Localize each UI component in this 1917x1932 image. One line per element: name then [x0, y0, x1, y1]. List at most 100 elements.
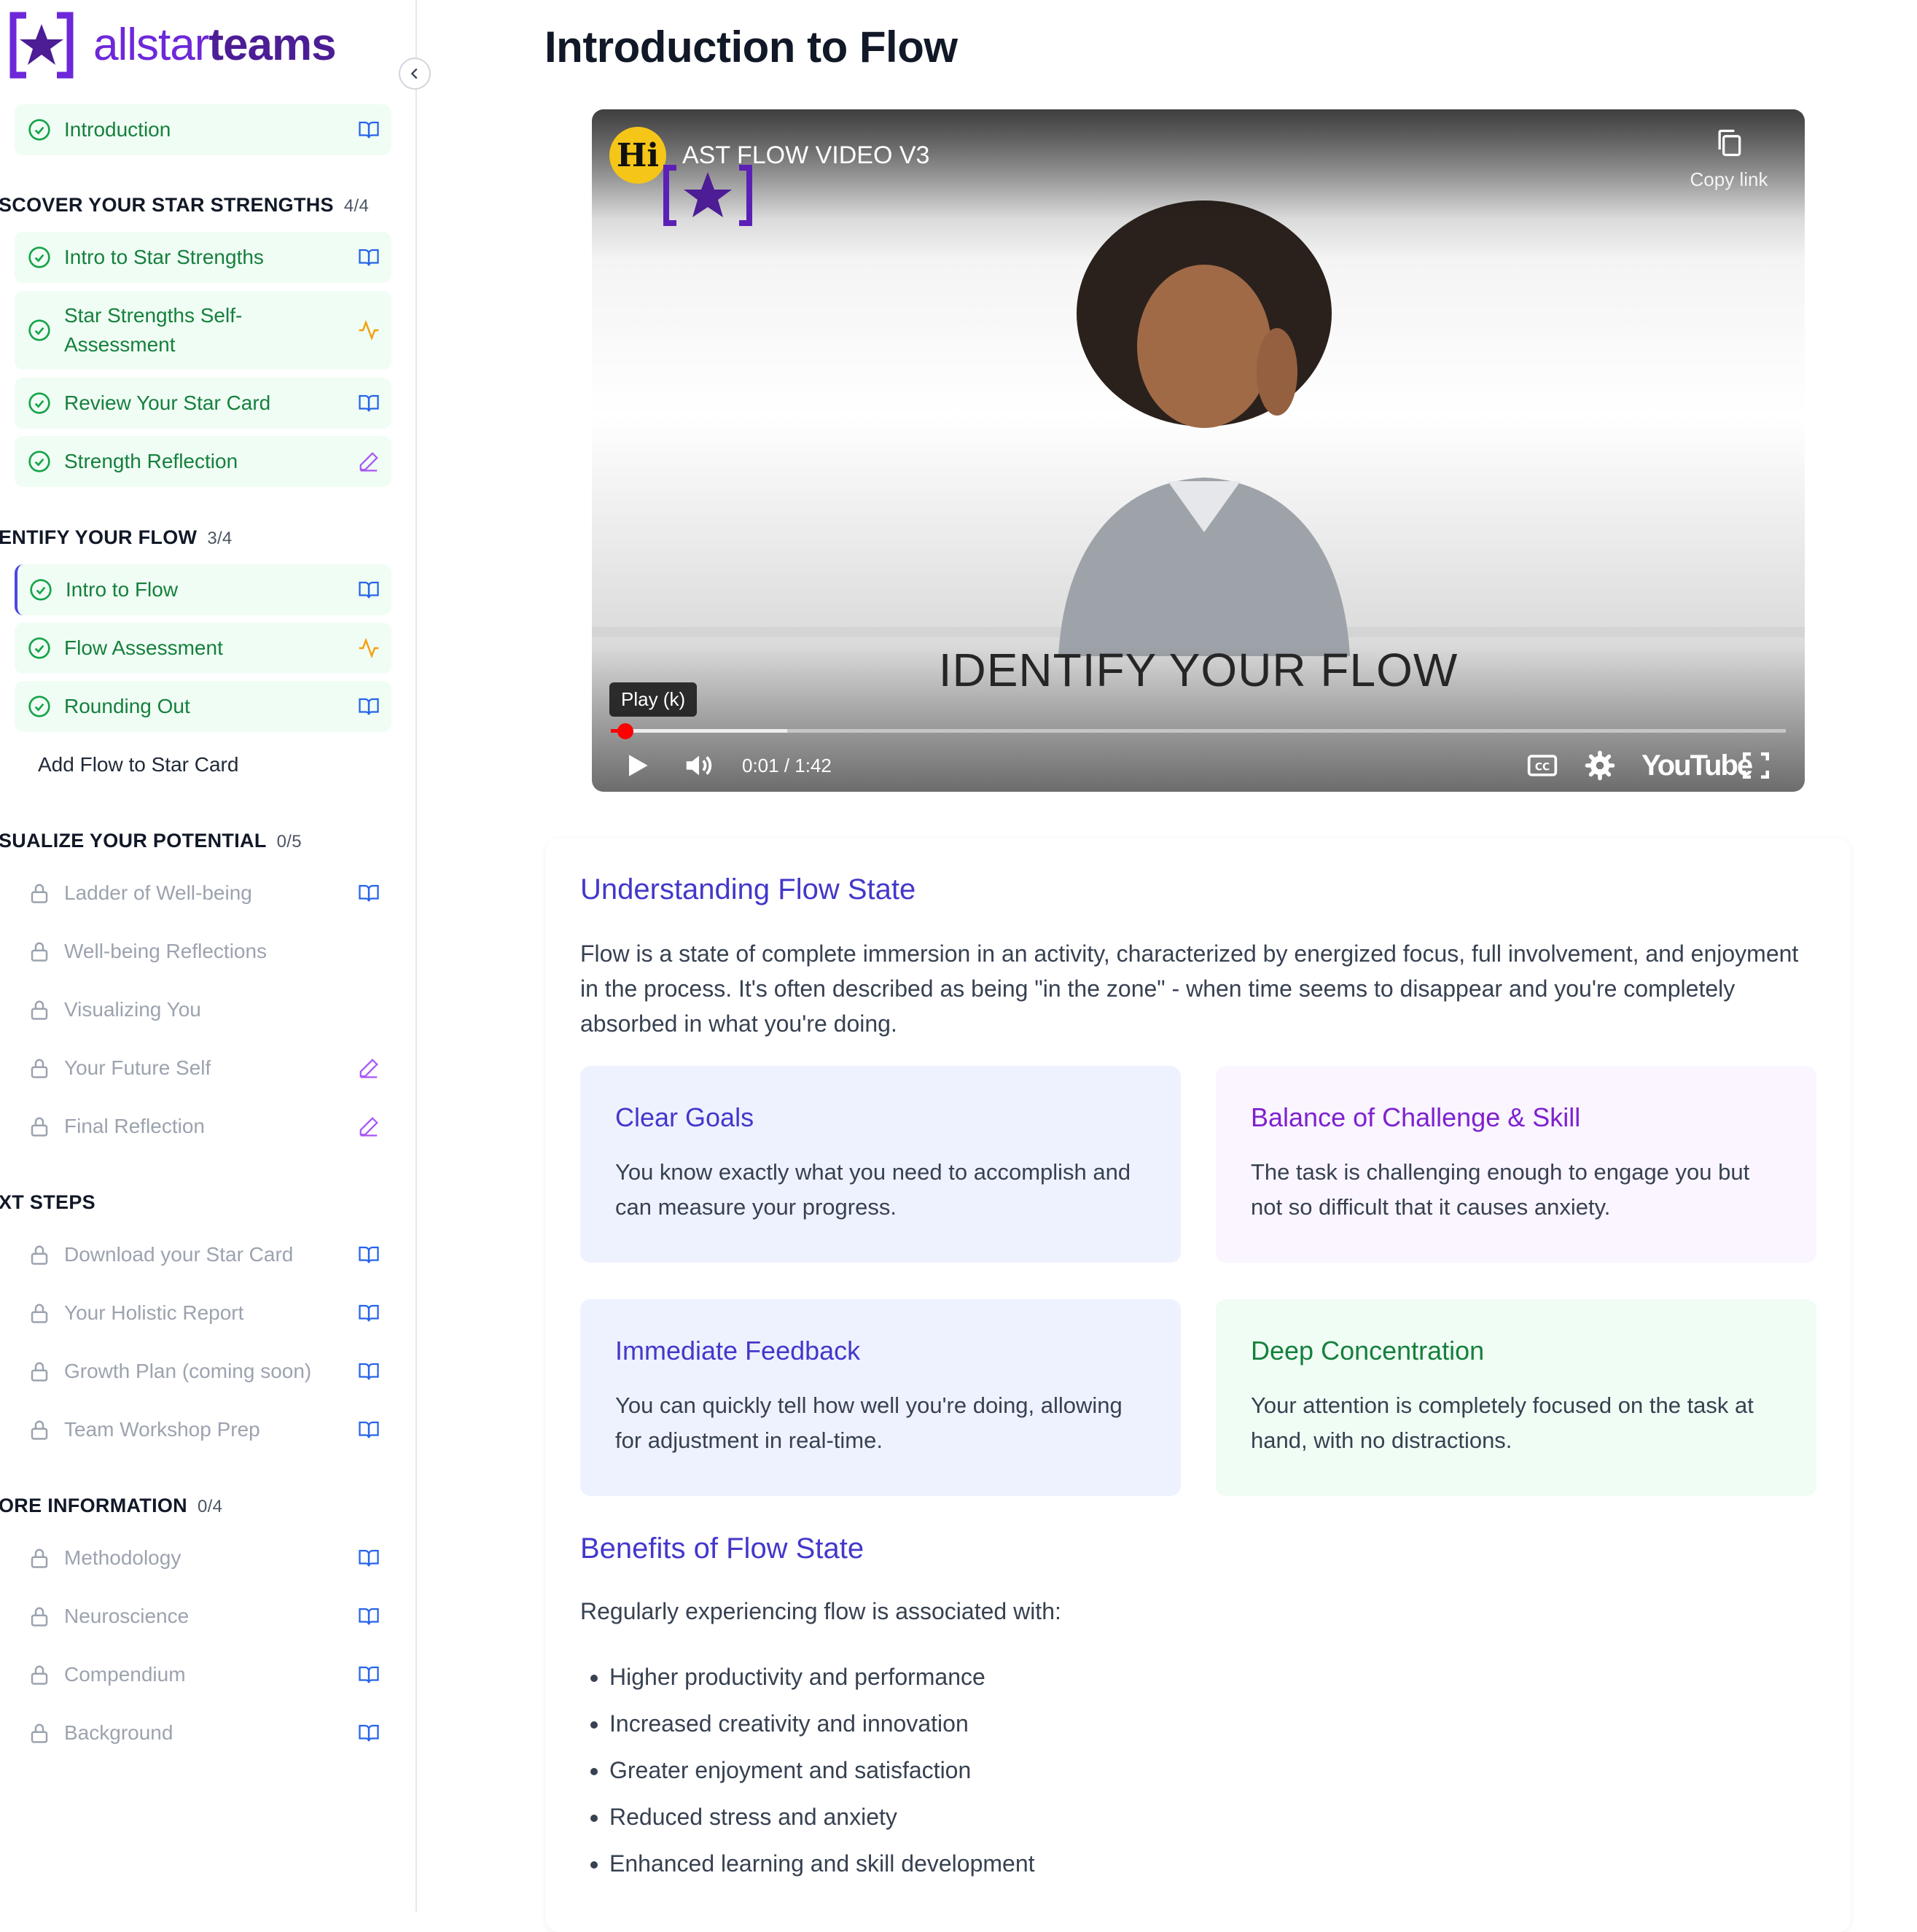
lock-icon — [26, 1662, 52, 1688]
book-icon — [356, 391, 381, 416]
sidebar-item-label: Star Strengths Self-Assessment — [64, 304, 243, 356]
sidebar-item-label: Team Workshop Prep — [64, 1418, 260, 1441]
section-header-next-steps[interactable]: XT STEPS — [0, 1191, 95, 1214]
sidebar-item-your-future-self[interactable]: Your Future Self — [15, 1043, 391, 1094]
sidebar: allstarteams Introduction SCOVER YOUR ST… — [0, 0, 417, 1912]
feature-description: Your attention is completely focused on … — [1251, 1392, 1754, 1453]
sidebar-item-strength-reflection[interactable]: Strength Reflection — [15, 436, 391, 487]
check-circle-icon — [26, 635, 52, 661]
sidebar-item-final-reflection[interactable]: Final Reflection — [15, 1101, 391, 1152]
section-header-more-information[interactable]: ORE INFORMATION 0/4 — [0, 1495, 222, 1517]
section-header-star-strengths[interactable]: SCOVER YOUR STAR STRENGTHS 4/4 — [0, 194, 369, 217]
book-icon — [356, 577, 381, 602]
activity-icon — [356, 636, 381, 661]
channel-avatar[interactable]: Hi — [609, 127, 666, 184]
sidebar-item-background[interactable]: Background — [15, 1707, 391, 1758]
feature-title: Clear Goals — [615, 1102, 754, 1132]
video-progress-bar[interactable] — [611, 729, 1786, 733]
understanding-heading: Understanding Flow State — [580, 873, 916, 905]
youtube-label: YouTube — [1641, 749, 1753, 782]
sidebar-item-well-being-reflections[interactable]: Well-being Reflections — [15, 926, 391, 977]
sidebar-item-label: Review Your Star Card — [64, 392, 271, 414]
book-icon — [356, 1417, 381, 1442]
section-header-flow[interactable]: ENTIFY YOUR FLOW 3/4 — [0, 526, 233, 549]
video-player[interactable]: Hi AST FLOW VIDEO V3 Copy link IDENTIFY … — [592, 109, 1805, 792]
settings-button[interactable] — [1585, 744, 1615, 787]
sidebar-item-label: Introduction — [64, 118, 171, 141]
sidebar-item-add-flow-to-star-card[interactable]: Add Flow to Star Card — [15, 739, 391, 790]
video-buffer-fill — [611, 729, 787, 733]
section-header-potential[interactable]: SUALIZE YOUR POTENTIAL 0/5 — [0, 830, 302, 852]
sidebar-item-compendium[interactable]: Compendium — [15, 1649, 391, 1700]
sidebar-item-label: Visualizing You — [64, 998, 201, 1021]
section-title: XT STEPS — [0, 1191, 95, 1213]
sidebar-item-download-star-card[interactable]: Download your Star Card — [15, 1229, 391, 1280]
cc-icon: CC — [1527, 755, 1558, 776]
copy-link-button[interactable]: Copy link — [1685, 127, 1773, 191]
video-scrubber-handle[interactable] — [617, 723, 634, 739]
page-title: Introduction to Flow — [544, 23, 958, 71]
benefits-list: Higher productivity and performance Incr… — [580, 1654, 1035, 1887]
sidebar-item-neuroscience[interactable]: Neuroscience — [15, 1591, 391, 1642]
sidebar-item-team-workshop-prep[interactable]: Team Workshop Prep — [15, 1404, 391, 1455]
list-item: Higher productivity and performance — [609, 1654, 1035, 1700]
list-item: Reduced stress and anxiety — [609, 1793, 1035, 1840]
video-caption: IDENTIFY YOUR FLOW — [938, 644, 1459, 696]
sidebar-item-self-assessment[interactable]: Star Strengths Self-Assessment — [15, 291, 391, 370]
sidebar-item-label: Add Flow to Star Card — [38, 753, 239, 776]
chevron-left-icon — [410, 68, 418, 79]
video-frame-person — [1058, 200, 1350, 656]
book-icon — [356, 1604, 381, 1629]
sidebar-item-growth-plan[interactable]: Growth Plan (coming soon) — [15, 1346, 391, 1397]
check-circle-icon — [26, 390, 52, 416]
sidebar-item-intro-star-strengths[interactable]: Intro to Star Strengths — [15, 232, 391, 283]
lock-icon — [26, 1300, 52, 1326]
check-circle-icon — [26, 317, 52, 343]
sidebar-item-label: Neuroscience — [64, 1605, 190, 1627]
sidebar-item-review-star-card[interactable]: Review Your Star Card — [15, 378, 391, 429]
logo-wordmark: allstarteams — [93, 20, 337, 70]
sidebar-item-label: Compendium — [64, 1663, 186, 1686]
lock-icon — [26, 1417, 52, 1443]
sidebar-item-label: Strength Reflection — [64, 450, 238, 472]
sidebar-item-rounding-out[interactable]: Rounding Out — [15, 681, 391, 732]
benefits-intro: Regularly experiencing flow is associate… — [580, 1598, 1061, 1624]
captions-button[interactable]: CC — [1526, 744, 1558, 787]
pencil-icon — [356, 1114, 381, 1139]
feature-card-immediate-feedback: Immediate Feedback You can quickly tell … — [580, 1299, 1181, 1496]
sidebar-item-label: Download your Star Card — [64, 1243, 294, 1266]
app-logo[interactable]: allstarteams — [6, 9, 337, 82]
section-count: 0/4 — [197, 1497, 223, 1516]
check-circle-icon — [26, 117, 52, 143]
list-item: Increased creativity and innovation — [609, 1700, 1035, 1747]
check-circle-icon — [26, 244, 52, 270]
sidebar-item-label: Ladder of Well-being — [64, 881, 252, 904]
lock-icon — [26, 1545, 52, 1571]
sidebar-item-flow-assessment[interactable]: Flow Assessment — [15, 623, 391, 674]
volume-button[interactable] — [682, 744, 716, 787]
video-title[interactable]: AST FLOW VIDEO V3 — [682, 141, 929, 170]
sidebar-item-ladder-of-well-being[interactable]: Ladder of Well-being — [15, 868, 391, 919]
book-icon — [356, 694, 381, 719]
sidebar-item-methodology[interactable]: Methodology — [15, 1532, 391, 1584]
sidebar-item-label: Intro to Star Strengths — [64, 246, 264, 268]
collapse-sidebar-button[interactable] — [399, 58, 431, 90]
section-count: 4/4 — [343, 196, 370, 216]
sidebar-item-introduction[interactable]: Introduction — [15, 104, 391, 155]
sidebar-item-visualizing-you[interactable]: Visualizing You — [15, 984, 391, 1035]
feature-description: You can quickly tell how well you're doi… — [615, 1392, 1123, 1453]
sidebar-item-intro-to-flow[interactable]: Intro to Flow — [15, 564, 391, 615]
play-button[interactable] — [621, 744, 653, 787]
book-icon — [356, 1242, 381, 1267]
section-title: ORE INFORMATION — [0, 1495, 187, 1516]
list-item: Greater enjoyment and satisfaction — [609, 1747, 1035, 1793]
sidebar-item-label: Growth Plan (coming soon) — [64, 1360, 312, 1382]
sidebar-item-holistic-report[interactable]: Your Holistic Report — [15, 1288, 391, 1339]
fullscreen-button[interactable] — [1741, 744, 1771, 787]
sidebar-item-label: Your Holistic Report — [64, 1301, 244, 1324]
logo-wordmark-part2: teams — [208, 20, 336, 70]
pencil-icon — [356, 1056, 381, 1080]
feature-card-clear-goals: Clear Goals You know exactly what you ne… — [580, 1066, 1181, 1263]
youtube-logo[interactable]: YouTube — [1641, 744, 1753, 787]
copy-icon — [1718, 129, 1741, 157]
